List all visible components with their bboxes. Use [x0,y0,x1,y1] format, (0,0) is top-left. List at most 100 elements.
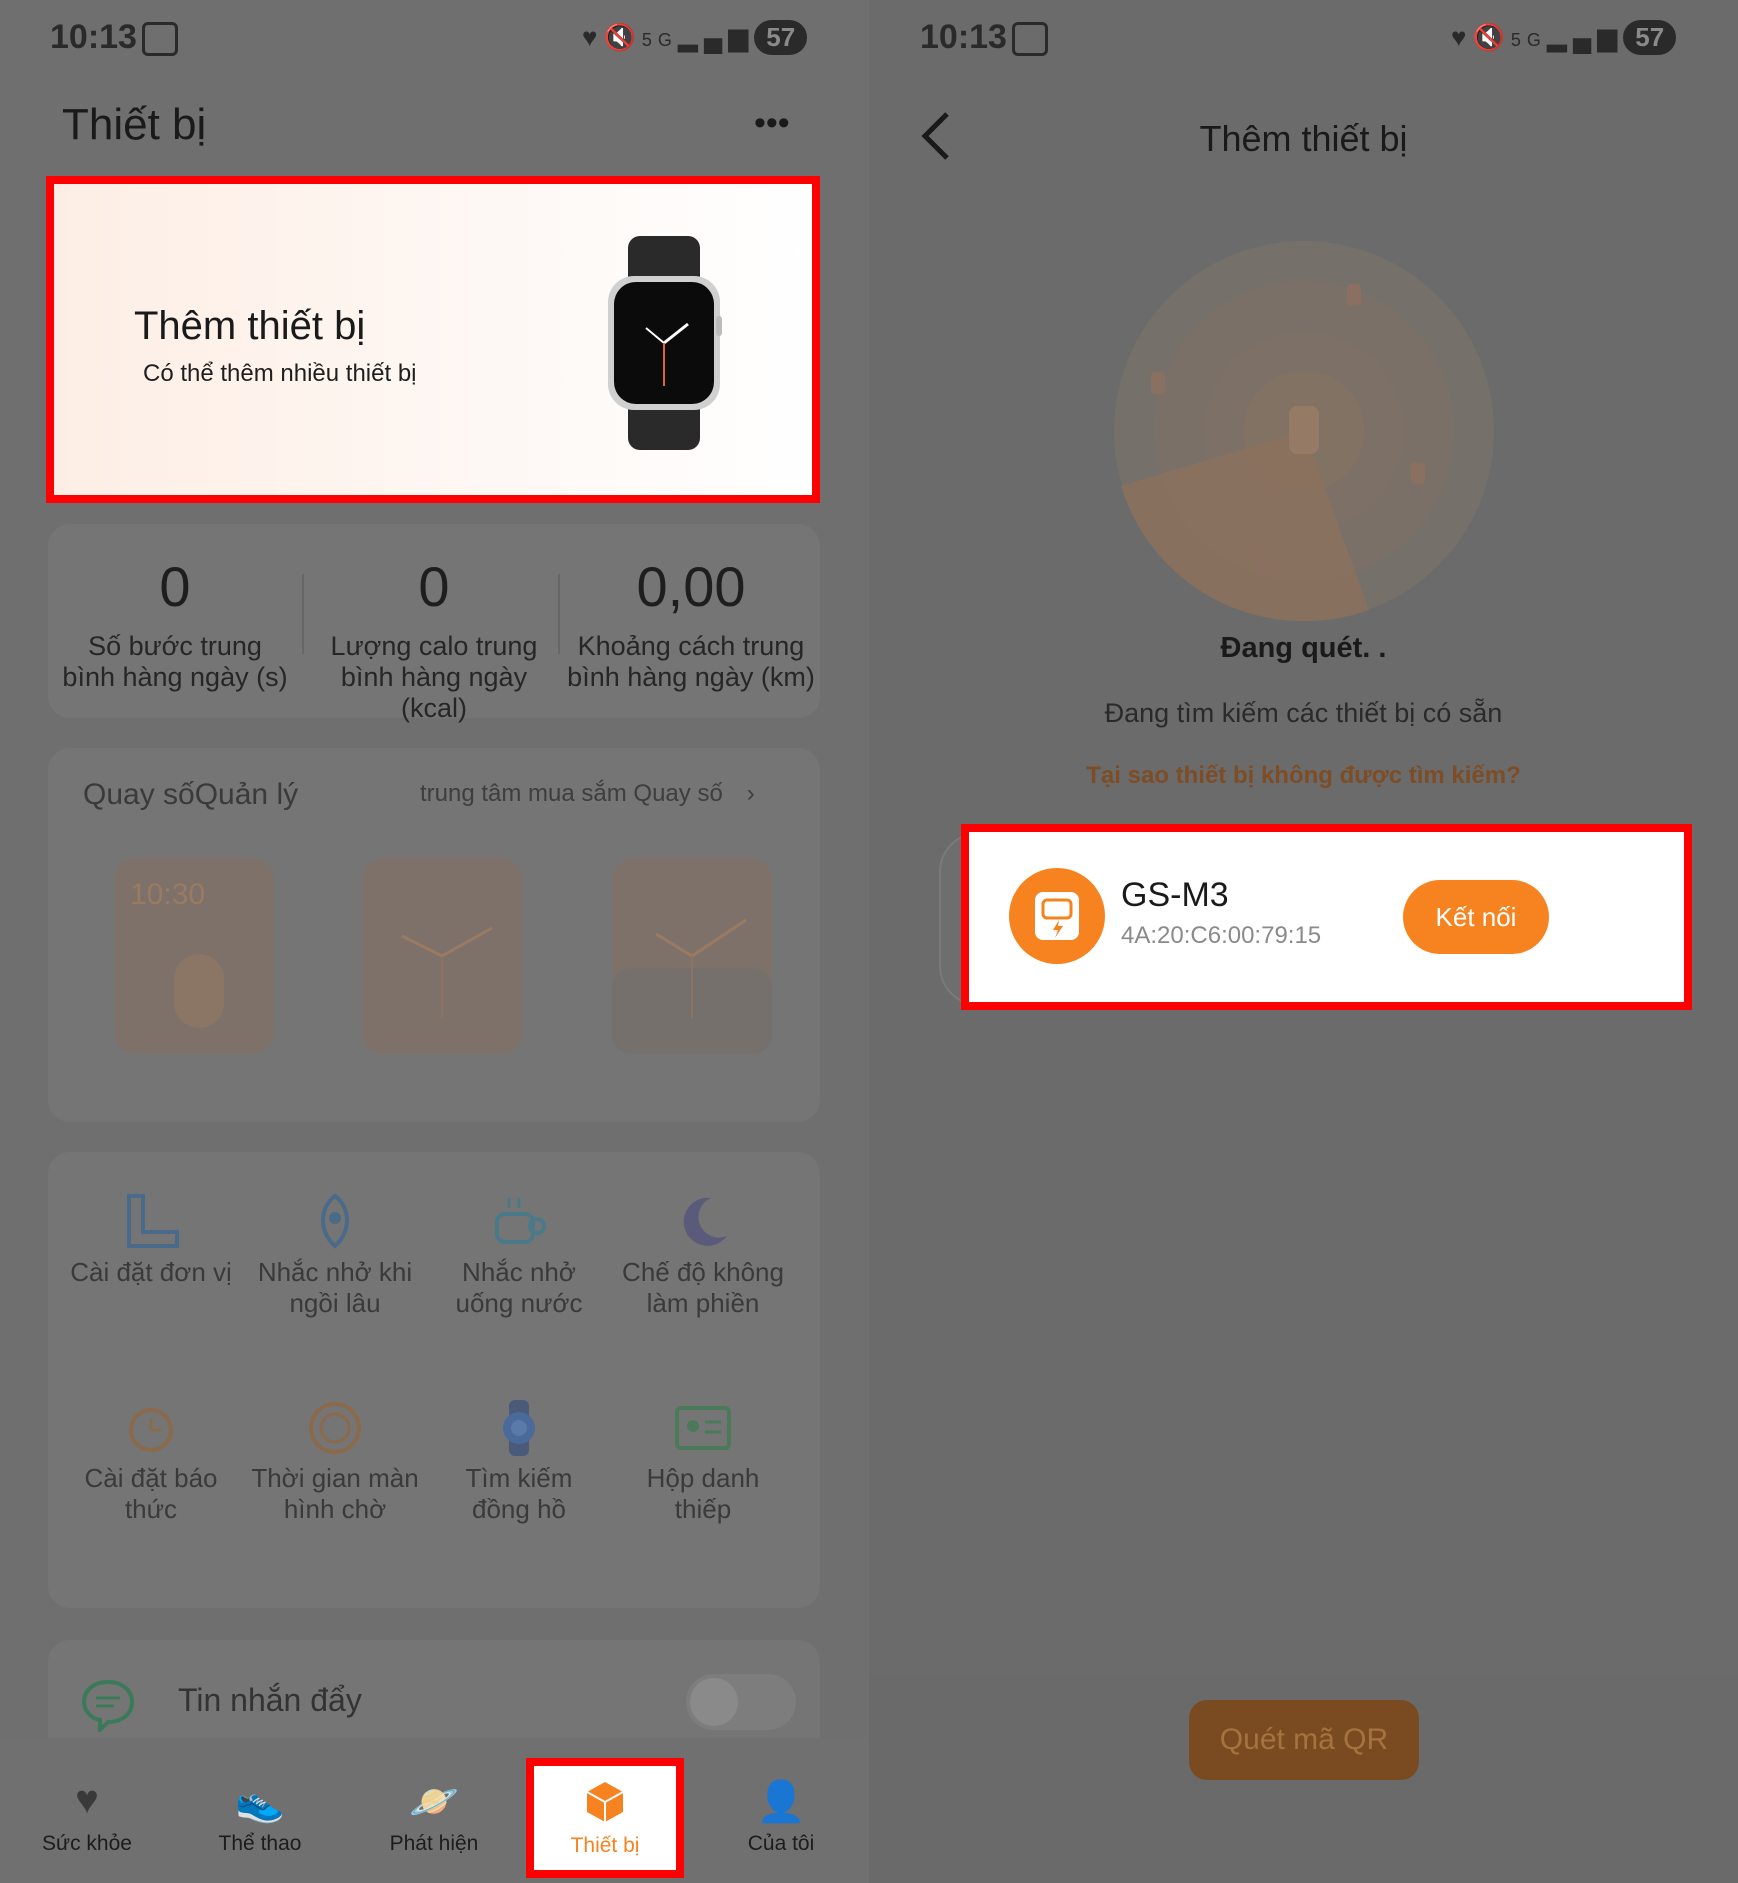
signal-icon: ▂▄▆ [677,22,755,52]
dial-store-link[interactable]: trung tâm mua sắm Quay số › [420,780,755,808]
add-device-subtitle: Có thể thêm nhiều thiết bị [143,360,417,387]
dial-face-2[interactable] [362,858,522,1054]
tool-find-watch[interactable]: Tìm kiếm đồng hồ [434,1398,604,1525]
analog-hands-icon [612,918,772,1054]
chat-bubble-icon [81,1679,135,1732]
nav-label: Thể thao [218,1832,302,1855]
screenshot-icon [1012,22,1048,56]
signal-icon: ▂▄▆ [1546,22,1624,52]
stat-value: 0 [418,555,450,618]
mute-icon: 🔇 [603,22,642,52]
tool-do-not-disturb[interactable]: Chế độ không làm phiền [618,1192,788,1319]
battery-badge: 57 [1623,20,1677,55]
battery-badge: 57 [754,20,808,55]
screenshot-icon [142,22,178,56]
analog-hands-icon [401,926,493,1018]
heart-icon: ♥ [75,1778,99,1822]
nav-discover[interactable]: 🪐 Phát hiện [364,1778,504,1856]
dial-store-label: trung tâm mua sắm Quay số [420,780,723,807]
radar-scan-icon [1114,241,1494,622]
dial-face-time: 10:30 [130,878,206,911]
dial-title: Quay sốQuản lý [83,778,299,811]
dial-card: Quay sốQuản lý trung tâm mua sắm Quay số… [48,748,820,1122]
add-device-highlight: Thêm thiết bị Có thể thêm nhiều thiết bị [46,176,820,503]
scan-status: Đang quét. . [1220,632,1387,664]
divider [302,574,304,654]
status-icons: ♥🔇5G▂▄▆ 57 [582,20,808,55]
nav-label: Của tôi [747,1832,815,1855]
nav-sports[interactable]: 👟 Thể thao [190,1778,330,1856]
tool-screen-timeout[interactable]: Thời gian màn hình chờ [250,1398,420,1525]
nav-health[interactable]: ♥ Sức khỏe [17,1778,157,1856]
device-item: GS-M3 4A:20:C6:00:79:15 Kết nối [969,832,1684,1002]
nav-device[interactable]: Thiết bị [526,1758,684,1878]
device-box-icon [586,1782,624,1822]
bottom-area: Quét mã QR [869,1676,1738,1883]
device-name: GS-M3 [1121,876,1229,914]
smartwatch-icon [608,236,722,450]
tool-label: Hộp danh thiếp [646,1463,760,1524]
stat-label: Số bước trung bình hàng ngày (s) [62,631,288,692]
tool-alarm-settings[interactable]: Cài đặt báo thức [66,1398,236,1525]
tools-card: Cài đặt đơn vị Nhắc nhở khi ngồi lâu Nhắ… [48,1152,820,1608]
device-highlight: GS-M3 4A:20:C6:00:79:15 Kết nối [961,824,1692,1010]
divider [558,574,560,654]
device-avatar [1009,868,1105,964]
stat-value: 0 [159,555,191,618]
tool-label: Nhắc nhở uống nước [455,1257,583,1318]
stat-value: 0,00 [636,555,746,618]
heart-status-icon: ♥ [1451,22,1473,52]
stat-label: Lượng calo trung bình hàng ngày (kcal) [330,631,538,723]
scan-qr-button[interactable]: Quét mã QR [1189,1700,1419,1780]
net-label: 5G [1510,30,1547,50]
status-time: 10:13 [50,18,137,56]
tool-label: Cài đặt đơn vị [70,1257,232,1287]
mute-icon: 🔇 [1472,22,1511,52]
nav-label: Phát hiện [389,1832,479,1855]
nav-mine[interactable]: 👤 Của tôi [711,1778,851,1856]
more-options-button[interactable]: ••• [754,104,790,143]
shoe-icon: 👟 [235,1780,285,1824]
planet-icon: 🪐 [409,1780,459,1824]
toggle-knob [690,1678,738,1726]
help-link[interactable]: Tại sao thiết bị không được tìm kiếm? [869,762,1738,790]
moon-icon [683,1197,727,1246]
cup-icon [495,1198,546,1244]
page-title: Thiết bị [62,100,207,149]
nav-label: Sức khỏe [42,1832,132,1855]
tool-label: Nhắc nhở khi ngồi lâu [257,1257,413,1318]
tool-label: Tìm kiếm đồng hồ [465,1463,573,1524]
bottom-nav: ♥ Sức khỏe 👟 Thể thao 🪐 Phát hiện Thiết … [0,1738,869,1883]
scan-description: Đang tìm kiếm các thiết bị có sẵn [1104,698,1503,728]
tool-sedentary-reminder[interactable]: Nhắc nhở khi ngồi lâu [250,1192,420,1319]
push-label: Tin nhắn đẩy [178,1682,362,1718]
figure-illustration [174,954,224,1028]
stat-distance: 0,00 Khoảng cách trung bình hàng ngày (k… [566,554,816,693]
tool-business-card[interactable]: Hộp danh thiếp [618,1398,788,1525]
connect-button[interactable]: Kết nối [1403,880,1549,954]
rocket-icon [321,1193,349,1249]
user-icon: 👤 [756,1780,806,1824]
dial-face-1[interactable]: 10:30 [114,858,274,1054]
tool-water-reminder[interactable]: Nhắc nhở uống nước [434,1192,604,1319]
tool-label: Thời gian màn hình chờ [251,1463,419,1524]
tool-unit-settings[interactable]: Cài đặt đơn vị [66,1192,236,1288]
tool-label: Cài đặt báo thức [84,1463,218,1524]
alarm-icon [129,1408,173,1452]
status-time: 10:13 [920,18,1007,56]
device-mac: 4A:20:C6:00:79:15 [1121,922,1322,949]
ruler-icon [127,1194,179,1248]
stat-calories: 0 Lượng calo trung bình hàng ngày (kcal) [306,554,562,724]
push-toggle[interactable] [686,1674,796,1730]
dial-face-3[interactable] [612,858,772,1054]
heart-status-icon: ♥ [582,22,604,52]
watch-search-icon [503,1400,535,1456]
tool-label: Chế độ không làm phiền [622,1257,784,1318]
stats-card: 0 Số bước trung bình hàng ngày (s) 0 Lượ… [48,524,820,723]
add-device-title: Thêm thiết bị [134,304,366,348]
add-device-card[interactable]: Thêm thiết bị Có thể thêm nhiều thiết bị [54,184,812,495]
nav-label: Thiết bị [570,1834,640,1857]
stat-steps: 0 Số bước trung bình hàng ngày (s) [60,554,290,693]
page-title: Thêm thiết bị [1199,118,1408,159]
net-label: 5G [641,30,678,50]
